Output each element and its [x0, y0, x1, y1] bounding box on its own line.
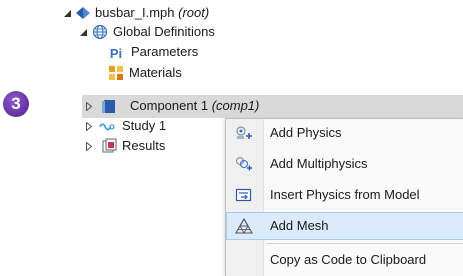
- materials-icon: [108, 65, 124, 81]
- add-multiphysics-icon: [235, 156, 253, 172]
- parameters-icon: Pi: [109, 45, 123, 61]
- menu-item-copy-as-code[interactable]: Copy as Code to Clipboard: [226, 246, 463, 274]
- results-icon: [101, 138, 117, 154]
- tree-item-global-definitions[interactable]: Global Definitions: [113, 22, 215, 42]
- globe-icon: [92, 24, 108, 40]
- menu-item-add-physics[interactable]: Add Physics: [226, 119, 463, 147]
- tree-item-parameters[interactable]: Parameters: [131, 42, 198, 62]
- menu-item-insert-physics-from-model[interactable]: Insert Physics from Model: [226, 181, 463, 209]
- collapse-arrow-icon[interactable]: [78, 22, 88, 42]
- expand-arrow-icon[interactable]: [84, 96, 94, 116]
- model-file-icon: [75, 5, 91, 21]
- collapse-arrow-icon[interactable]: [62, 3, 72, 23]
- step-number-badge: 3: [3, 91, 29, 117]
- expand-arrow-icon[interactable]: [84, 136, 94, 156]
- menu-item-add-multiphysics[interactable]: Add Multiphysics: [226, 150, 463, 178]
- tree-item-results[interactable]: Results: [122, 136, 165, 156]
- tree-item-component[interactable]: Component 1 (comp1): [130, 96, 259, 116]
- insert-physics-icon: [235, 187, 253, 203]
- tree-item-materials[interactable]: Materials: [129, 63, 182, 83]
- tree-item-study[interactable]: Study 1: [122, 116, 166, 136]
- study-icon: [99, 118, 115, 134]
- mesh-icon: [235, 218, 253, 234]
- menu-item-add-mesh[interactable]: Add Mesh: [226, 212, 463, 240]
- menu-separator: [266, 243, 463, 244]
- context-menu: Add Physics Add Multiphysics Insert Phys…: [225, 118, 463, 276]
- expand-arrow-icon[interactable]: [84, 116, 94, 136]
- tree-item-root[interactable]: busbar_I.mph (root): [95, 3, 209, 23]
- add-physics-icon: [235, 125, 253, 141]
- component-icon: [101, 98, 117, 114]
